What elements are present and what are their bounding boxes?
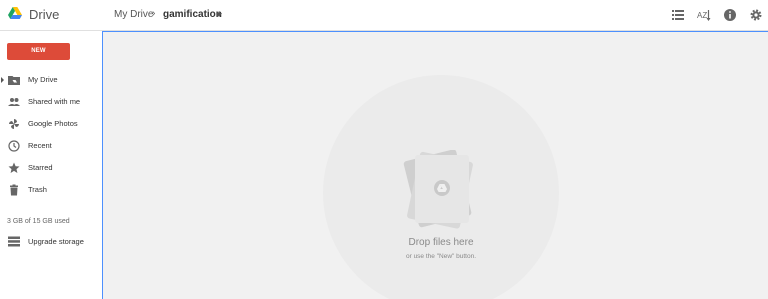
photos-pinwheel-icon: [9, 119, 19, 129]
sidebar-item-label: Starred: [28, 163, 53, 172]
sidebar-item-shared-with-me[interactable]: Shared with me: [0, 93, 102, 111]
star-icon: [8, 162, 20, 173]
sort-az-icon[interactable]: AZ: [697, 8, 711, 22]
folder-icon: [8, 76, 20, 85]
storage-usage-text: 3 GB of 15 GB used: [7, 218, 70, 225]
list-view-icon[interactable]: [671, 8, 685, 22]
sort-az-label: AZ: [697, 11, 707, 20]
trash-icon: [10, 184, 18, 196]
drop-files-heading: Drop files here: [408, 237, 474, 248]
sidebar-item-my-drive[interactable]: My Drive: [0, 71, 102, 89]
drop-files-illustration-icon: [403, 150, 473, 229]
sidebar-item-label: My Drive: [28, 75, 58, 84]
sidebar-item-trash[interactable]: Trash: [0, 181, 102, 199]
storage-icon: [8, 236, 20, 247]
drive-app: Drive My Drive › gamification AZ NEW My …: [0, 0, 768, 299]
sidebar-item-recent[interactable]: Recent: [0, 137, 102, 155]
app-name: Drive: [29, 7, 60, 22]
drop-files-subtitle: or use the "New" button.: [405, 253, 476, 260]
sidebar-item-label: Google Photos: [28, 119, 78, 128]
settings-gear-icon[interactable]: [749, 8, 763, 22]
info-icon[interactable]: [723, 8, 737, 22]
sidebar-item-label: Recent: [28, 141, 52, 150]
breadcrumb-my-drive[interactable]: My Drive: [114, 9, 153, 20]
sidebar-item-starred[interactable]: Starred: [0, 159, 102, 177]
people-icon: [8, 98, 20, 106]
sidebar: NEW My Drive Shared with me Google Photo…: [0, 31, 102, 299]
new-button[interactable]: NEW: [7, 43, 70, 60]
breadcrumb-current-folder[interactable]: gamification: [163, 9, 222, 20]
breadcrumb-separator-icon: ›: [152, 8, 156, 19]
upgrade-storage-label: Upgrade storage: [28, 237, 84, 246]
upgrade-storage-link[interactable]: Upgrade storage: [0, 234, 102, 250]
sidebar-item-google-photos[interactable]: Google Photos: [0, 115, 102, 133]
expand-arrow-icon[interactable]: [1, 77, 4, 83]
folder-dropdown-caret-icon[interactable]: [216, 13, 222, 17]
sidebar-item-label: Trash: [28, 185, 47, 194]
file-drop-zone[interactable]: Drop files here or use the "New" button.: [102, 31, 768, 299]
top-header: Drive My Drive › gamification AZ: [0, 0, 768, 31]
sidebar-item-label: Shared with me: [28, 97, 81, 106]
clock-icon: [8, 140, 20, 152]
drive-logo-icon[interactable]: [8, 7, 22, 20]
